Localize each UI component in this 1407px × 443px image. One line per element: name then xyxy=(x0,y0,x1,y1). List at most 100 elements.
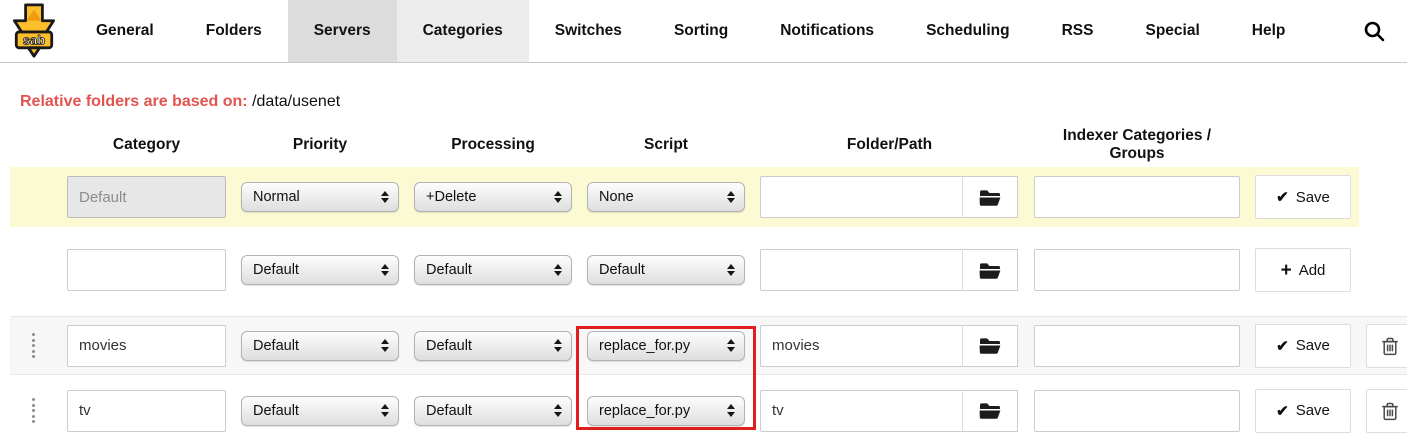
folder-path-input-tv[interactable] xyxy=(760,390,963,432)
processing-select-tv[interactable]: Default xyxy=(414,396,572,426)
table-row-new: Default Default Default xyxy=(10,240,1407,300)
select-arrows-icon xyxy=(727,404,735,417)
select-arrows-icon xyxy=(554,339,562,352)
browse-folder-button[interactable] xyxy=(962,325,1018,367)
table-header-row: Category Priority Processing Script Fold… xyxy=(10,127,1407,161)
categories-page: Relative folders are based on: /data/use… xyxy=(0,63,1407,438)
sabnzbd-logo[interactable]: sab xyxy=(0,0,70,62)
table-row-tv: Default Default replace_for.py xyxy=(10,383,1407,438)
folder-icon xyxy=(979,402,1001,419)
header-script: Script xyxy=(587,136,745,154)
indexer-categories-input-tv[interactable] xyxy=(1034,390,1240,432)
script-select-default[interactable]: None xyxy=(587,182,745,212)
save-button-tv[interactable]: ✔ Save xyxy=(1255,389,1351,433)
indexer-categories-input-default[interactable] xyxy=(1034,176,1240,218)
priority-value: Default xyxy=(253,403,299,419)
save-label: Save xyxy=(1296,337,1330,354)
trash-icon xyxy=(1381,336,1399,356)
folder-path-group xyxy=(760,325,1019,367)
processing-value: +Delete xyxy=(426,189,476,205)
tab-sorting[interactable]: Sorting xyxy=(648,0,754,62)
plus-icon: + xyxy=(1281,261,1292,280)
priority-select-movies[interactable]: Default xyxy=(241,331,399,361)
select-arrows-icon xyxy=(554,191,562,204)
save-label: Save xyxy=(1296,189,1330,206)
script-value: replace_for.py xyxy=(599,403,690,419)
processing-select-movies[interactable]: Default xyxy=(414,331,572,361)
processing-value: Default xyxy=(426,338,472,354)
priority-select-new[interactable]: Default xyxy=(241,255,399,285)
check-icon: ✔ xyxy=(1276,337,1289,355)
trash-icon xyxy=(1381,401,1399,421)
drag-handle[interactable] xyxy=(26,333,40,358)
nav-tabs: General Folders Servers Categories Switc… xyxy=(70,0,1407,62)
tab-special[interactable]: Special xyxy=(1119,0,1225,62)
tab-folders[interactable]: Folders xyxy=(180,0,288,62)
priority-value: Normal xyxy=(253,189,300,205)
folder-path-group xyxy=(760,249,1019,291)
priority-select-tv[interactable]: Default xyxy=(241,396,399,426)
check-icon: ✔ xyxy=(1276,402,1289,420)
search-button[interactable] xyxy=(1341,0,1407,62)
select-arrows-icon xyxy=(554,264,562,277)
category-input-new[interactable] xyxy=(67,249,226,291)
script-select-new[interactable]: Default xyxy=(587,255,745,285)
note-path-value: /data/usenet xyxy=(248,93,341,110)
script-value: replace_for.py xyxy=(599,338,690,354)
save-button-movies[interactable]: ✔ Save xyxy=(1255,324,1351,368)
script-value: Default xyxy=(599,262,645,278)
select-arrows-icon xyxy=(727,191,735,204)
category-input-movies[interactable] xyxy=(67,325,226,367)
script-value: None xyxy=(599,189,634,205)
processing-select-new[interactable]: Default xyxy=(414,255,572,285)
note-label: Relative folders are based on: xyxy=(20,93,248,110)
save-button-default[interactable]: ✔ Save xyxy=(1255,175,1351,219)
script-select-tv[interactable]: replace_for.py xyxy=(587,396,745,426)
indexer-categories-input-movies[interactable] xyxy=(1034,325,1240,367)
folder-path-group xyxy=(760,176,1019,218)
select-arrows-icon xyxy=(727,339,735,352)
header-indexer-categories: Indexer Categories / Groups xyxy=(1034,127,1240,163)
category-input-default xyxy=(67,176,226,218)
relative-folders-note: Relative folders are based on: /data/use… xyxy=(20,93,1407,111)
table-row-default: Normal +Delete None xyxy=(10,167,1359,227)
delete-category-button-tv[interactable] xyxy=(1366,389,1407,433)
tab-switches[interactable]: Switches xyxy=(529,0,648,62)
tab-general[interactable]: General xyxy=(70,0,180,62)
header-priority: Priority xyxy=(241,136,399,154)
browse-folder-button[interactable] xyxy=(962,176,1018,218)
browse-folder-button[interactable] xyxy=(962,249,1018,291)
folder-icon xyxy=(979,262,1001,279)
magnifier-icon xyxy=(1363,20,1385,42)
delete-category-button-movies[interactable] xyxy=(1366,324,1407,368)
check-icon: ✔ xyxy=(1276,188,1289,206)
select-arrows-icon xyxy=(727,264,735,277)
folder-path-input-new[interactable] xyxy=(760,249,963,291)
header-category: Category xyxy=(67,136,226,154)
tab-rss[interactable]: RSS xyxy=(1036,0,1120,62)
priority-select-default[interactable]: Normal xyxy=(241,182,399,212)
tab-scheduling[interactable]: Scheduling xyxy=(900,0,1036,62)
indexer-categories-input-new[interactable] xyxy=(1034,249,1240,291)
add-button[interactable]: + Add xyxy=(1255,248,1351,292)
select-arrows-icon xyxy=(381,264,389,277)
tab-help[interactable]: Help xyxy=(1226,0,1312,62)
select-arrows-icon xyxy=(381,191,389,204)
select-arrows-icon xyxy=(554,404,562,417)
tab-notifications[interactable]: Notifications xyxy=(754,0,900,62)
browse-folder-button[interactable] xyxy=(962,390,1018,432)
priority-value: Default xyxy=(253,338,299,354)
tab-servers[interactable]: Servers xyxy=(288,0,397,62)
category-input-tv[interactable] xyxy=(67,390,226,432)
folder-path-input-default[interactable] xyxy=(760,176,963,218)
folder-path-group xyxy=(760,390,1019,432)
script-select-movies[interactable]: replace_for.py xyxy=(587,331,745,361)
table-row-movies: Default Default replace_for.py xyxy=(10,316,1407,375)
processing-value: Default xyxy=(426,262,472,278)
folder-path-input-movies[interactable] xyxy=(760,325,963,367)
categories-table: Category Priority Processing Script Fold… xyxy=(10,127,1407,438)
header-processing: Processing xyxy=(414,136,572,154)
processing-select-default[interactable]: +Delete xyxy=(414,182,572,212)
tab-categories[interactable]: Categories xyxy=(397,0,529,62)
drag-handle[interactable] xyxy=(26,398,40,423)
